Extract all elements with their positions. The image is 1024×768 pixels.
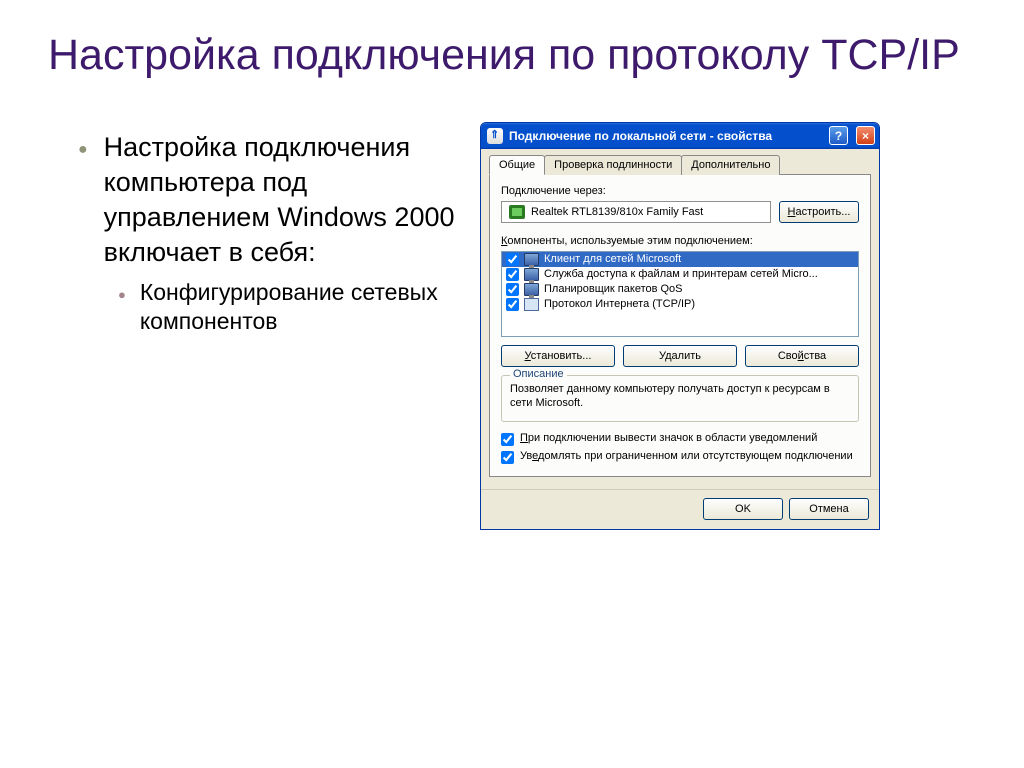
component-label: Клиент для сетей Microsoft: [544, 253, 681, 265]
component-label: Протокол Интернета (TCP/IP): [544, 298, 695, 310]
description-legend: Описание: [510, 368, 567, 380]
component-check[interactable]: [506, 298, 519, 311]
slide-title: Настройка подключения по протоколу TCP/I…: [0, 0, 1024, 102]
tabpanel-general: Подключение через: Realtek RTL8139/810x …: [489, 174, 871, 478]
tab-general[interactable]: Общие: [489, 155, 545, 175]
bullet-text-2: Конфигурирование сетевых компонентов: [140, 278, 480, 336]
bullet-item-1: Настройка подключения компьютера под упр…: [78, 130, 480, 270]
configure-label: астроить...: [795, 206, 850, 218]
component-check[interactable]: [506, 268, 519, 281]
components-label-text: омпоненты, используемые этим подключение…: [507, 235, 752, 247]
properties-button[interactable]: Свойства: [745, 345, 859, 367]
client-icon: [524, 253, 539, 266]
service-icon: [524, 268, 539, 281]
nic-icon: [509, 205, 525, 219]
tray-icon-check[interactable]: [501, 433, 514, 446]
connect-via-label: Подключение через:: [501, 185, 859, 197]
properties-dialog: Подключение по локальной сети - свойства…: [480, 122, 880, 531]
notify-limited-checkbox[interactable]: Уведомлять при ограниченном или отсутств…: [501, 450, 859, 464]
notify-check[interactable]: [501, 451, 514, 464]
adapter-field[interactable]: Realtek RTL8139/810x Family Fast: [501, 201, 771, 223]
component-item-fileprint[interactable]: Служба доступа к файлам и принтерам сете…: [502, 267, 858, 282]
component-check[interactable]: [506, 253, 519, 266]
components-label: Компоненты, используемые этим подключени…: [501, 235, 859, 247]
close-button[interactable]: ×: [856, 126, 875, 145]
description-text: Позволяет данному компьютеру получать до…: [510, 382, 850, 412]
help-button[interactable]: ?: [829, 126, 848, 145]
component-item-client[interactable]: Клиент для сетей Microsoft: [502, 252, 858, 267]
component-check[interactable]: [506, 283, 519, 296]
qos-icon: [524, 283, 539, 296]
adapter-name: Realtek RTL8139/810x Family Fast: [531, 206, 763, 218]
protocol-icon: [524, 298, 539, 311]
component-label: Служба доступа к файлам и принтерам сете…: [544, 268, 818, 280]
connection-icon: [487, 128, 503, 144]
component-item-qos[interactable]: Планировщик пакетов QoS: [502, 282, 858, 297]
remove-button[interactable]: Удалить: [623, 345, 737, 367]
install-button[interactable]: Установить...: [501, 345, 615, 367]
ok-button[interactable]: OK: [703, 498, 783, 520]
show-tray-icon-checkbox[interactable]: При подключении вывести значок в области…: [501, 432, 859, 446]
dialog-title: Подключение по локальной сети - свойства: [509, 129, 823, 143]
bullet-item-2: Конфигурирование сетевых компонентов: [118, 278, 480, 336]
components-list[interactable]: Клиент для сетей Microsoft Служба доступ…: [501, 251, 859, 337]
tab-auth[interactable]: Проверка подлинности: [544, 155, 682, 175]
tray-check-label: При подключении вывести значок в области…: [520, 432, 817, 445]
tab-advanced[interactable]: Дополнительно: [681, 155, 780, 175]
configure-button[interactable]: Настроить...: [779, 201, 859, 223]
component-item-tcpip[interactable]: Протокол Интернета (TCP/IP): [502, 297, 858, 312]
component-label: Планировщик пакетов QoS: [544, 283, 683, 295]
description-group: Описание Позволяет данному компьютеру по…: [501, 375, 859, 423]
bullet-text-1: Настройка подключения компьютера под упр…: [104, 130, 480, 270]
titlebar[interactable]: Подключение по локальной сети - свойства…: [481, 123, 879, 149]
cancel-button[interactable]: Отмена: [789, 498, 869, 520]
notify-check-label: Уведомлять при ограниченном или отсутств…: [520, 450, 853, 463]
dialog-footer: OK Отмена: [481, 489, 879, 529]
